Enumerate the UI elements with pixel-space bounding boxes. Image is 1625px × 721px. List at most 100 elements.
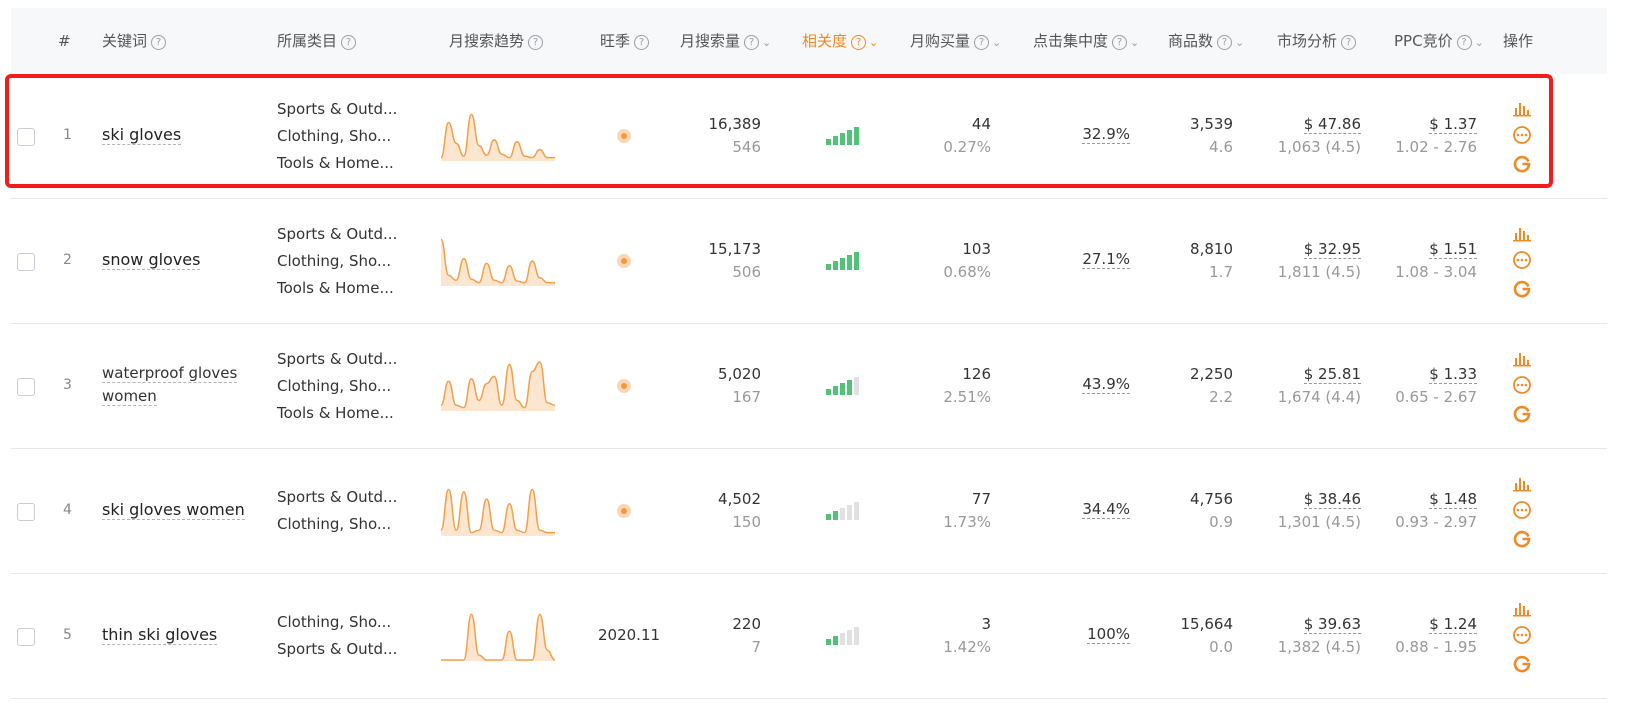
category-item[interactable]: Sports & Outd... <box>277 346 397 373</box>
help-icon[interactable]: ? <box>1112 35 1128 50</box>
category-item[interactable]: Tools & Home... <box>277 275 397 302</box>
keyword-link[interactable]: thin ski gloves <box>102 624 218 646</box>
market-analysis-value: $ 39.63 <box>1278 613 1361 636</box>
category-item[interactable]: Sports & Outd... <box>277 484 397 511</box>
header-market[interactable]: 市场分析? <box>1277 8 1357 74</box>
header-category[interactable]: 所属类目? <box>277 8 357 74</box>
keyword-text: ski gloves women <box>102 500 245 520</box>
help-icon[interactable]: ? <box>634 35 650 50</box>
ppc-bid-value-text[interactable]: $ 1.48 <box>1429 490 1477 509</box>
bar-chart-icon[interactable] <box>1513 99 1533 117</box>
market-analysis-value: $ 38.46 <box>1278 488 1361 511</box>
market-analysis-value-text[interactable]: $ 25.81 <box>1303 365 1361 384</box>
ppc-bid-value: $ 1.24 <box>1395 613 1477 636</box>
table-row[interactable]: 4 ski gloves women Sports & Outd... Clothin… <box>11 448 1607 574</box>
help-icon[interactable]: ? <box>974 35 990 50</box>
relevance-bar <box>854 627 859 645</box>
click-concentration-value[interactable]: 100% <box>1087 625 1130 644</box>
market-analysis-value-text[interactable]: $ 32.95 <box>1303 240 1361 259</box>
header-trend[interactable]: 月搜索趋势? <box>449 8 544 74</box>
header-season[interactable]: 旺季? <box>600 8 650 74</box>
category-item[interactable]: Clothing, Sho... <box>277 511 397 538</box>
category-item[interactable]: Clothing, Sho... <box>277 123 397 150</box>
google-icon[interactable] <box>1513 403 1533 423</box>
category-item[interactable]: Sports & Outd... <box>277 636 397 663</box>
chevron-down-icon[interactable]: ⌄ <box>992 10 1001 76</box>
category-item[interactable]: Sports & Outd... <box>277 221 397 248</box>
keyword-link[interactable]: snow gloves <box>102 249 201 271</box>
row-checkbox[interactable] <box>17 378 35 396</box>
header-relevance[interactable]: 相关度? ⌄ <box>802 8 878 74</box>
bar-chart-icon[interactable] <box>1513 599 1533 617</box>
header-ppc[interactable]: PPC竞价? ⌄ <box>1394 8 1484 74</box>
header-click-concentration[interactable]: 点击集中度? ⌄ <box>1033 8 1139 74</box>
click-concentration-value[interactable]: 43.9% <box>1082 375 1130 394</box>
keyword-link[interactable]: ski gloves women <box>102 499 245 521</box>
help-icon[interactable]: ? <box>528 35 544 50</box>
more-icon[interactable] <box>1513 125 1533 145</box>
google-icon[interactable] <box>1513 278 1533 298</box>
click-concentration-value[interactable]: 32.9% <box>1082 125 1130 144</box>
chevron-down-icon[interactable]: ⌄ <box>1235 10 1244 76</box>
category-item[interactable]: Clothing, Sho... <box>277 609 397 636</box>
help-icon[interactable]: ? <box>744 35 760 50</box>
table-row[interactable]: 1 ski gloves Sports & Outd... Clothing, Sho… <box>11 74 1607 199</box>
ppc-bid-value-text[interactable]: $ 1.37 <box>1429 115 1477 134</box>
ppc-bid-value-text[interactable]: $ 1.33 <box>1429 365 1477 384</box>
header-keyword[interactable]: 关键词? <box>102 8 167 74</box>
header-search-volume[interactable]: 月搜索量? ⌄ <box>680 8 771 74</box>
click-concentration-value[interactable]: 34.4% <box>1082 500 1130 519</box>
more-icon[interactable] <box>1513 500 1533 520</box>
category-item[interactable]: Tools & Home... <box>277 150 397 177</box>
header-keyword-label: 关键词 <box>102 32 148 50</box>
more-icon[interactable] <box>1513 375 1533 395</box>
row-checkbox[interactable] <box>17 503 35 521</box>
market-analysis-value-text[interactable]: $ 39.63 <box>1303 615 1361 634</box>
keyword-link[interactable]: waterproof gloves women <box>102 362 252 408</box>
search-trend-sparkline[interactable] <box>440 610 556 662</box>
help-icon[interactable]: ? <box>341 35 357 50</box>
more-icon[interactable] <box>1513 250 1533 270</box>
table-row[interactable]: 2 snow gloves Sports & Outd... Clothing, Sh… <box>11 198 1607 324</box>
header-purchases[interactable]: 月购买量? ⌄ <box>910 8 1001 74</box>
ppc-bid-value-text[interactable]: $ 1.51 <box>1429 240 1477 259</box>
click-concentration: 34.4% <box>1082 500 1130 519</box>
row-checkbox[interactable] <box>17 628 35 646</box>
search-trend-sparkline[interactable] <box>440 360 556 412</box>
help-icon[interactable]: ? <box>1341 35 1357 50</box>
header-products[interactable]: 商品数? ⌄ <box>1168 8 1244 74</box>
chevron-down-icon[interactable]: ⌄ <box>1475 10 1484 76</box>
market-analysis-value-text[interactable]: $ 47.86 <box>1303 115 1361 134</box>
chevron-down-icon[interactable]: ⌄ <box>1130 10 1139 76</box>
google-icon[interactable] <box>1513 153 1533 173</box>
category-item[interactable]: Tools & Home... <box>277 400 397 427</box>
chevron-down-icon[interactable]: ⌄ <box>869 10 878 76</box>
relevance-bars <box>826 127 862 145</box>
search-trend-sparkline[interactable] <box>440 235 556 287</box>
table-row[interactable]: 5 thin ski gloves Clothing, Sho... Sports &… <box>11 573 1607 699</box>
keyword-link[interactable]: ski gloves <box>102 124 182 146</box>
help-icon[interactable]: ? <box>851 35 867 50</box>
bar-chart-icon[interactable] <box>1513 224 1533 242</box>
search-trend-sparkline[interactable] <box>440 485 556 537</box>
category-item[interactable]: Clothing, Sho... <box>277 248 397 275</box>
help-icon[interactable]: ? <box>1456 35 1472 50</box>
help-icon[interactable]: ? <box>1217 35 1233 50</box>
ppc-bid-value-text[interactable]: $ 1.24 <box>1429 615 1477 634</box>
google-icon[interactable] <box>1513 528 1533 548</box>
market-analysis-value-text[interactable]: $ 38.46 <box>1303 490 1361 509</box>
season-text: 2020.11 <box>598 626 661 644</box>
row-checkbox[interactable] <box>17 128 35 146</box>
chevron-down-icon[interactable]: ⌄ <box>762 10 771 76</box>
click-concentration-value[interactable]: 27.1% <box>1082 250 1130 269</box>
row-checkbox[interactable] <box>17 253 35 271</box>
category-item[interactable]: Clothing, Sho... <box>277 373 397 400</box>
category-item[interactable]: Sports & Outd... <box>277 96 397 123</box>
help-icon[interactable]: ? <box>151 35 167 50</box>
bar-chart-icon[interactable] <box>1513 349 1533 367</box>
bar-chart-icon[interactable] <box>1513 474 1533 492</box>
search-trend-sparkline[interactable] <box>440 110 556 162</box>
table-row[interactable]: 3 waterproof gloves women Sports & Outd...… <box>11 323 1607 449</box>
more-icon[interactable] <box>1513 625 1533 645</box>
google-icon[interactable] <box>1513 653 1533 673</box>
